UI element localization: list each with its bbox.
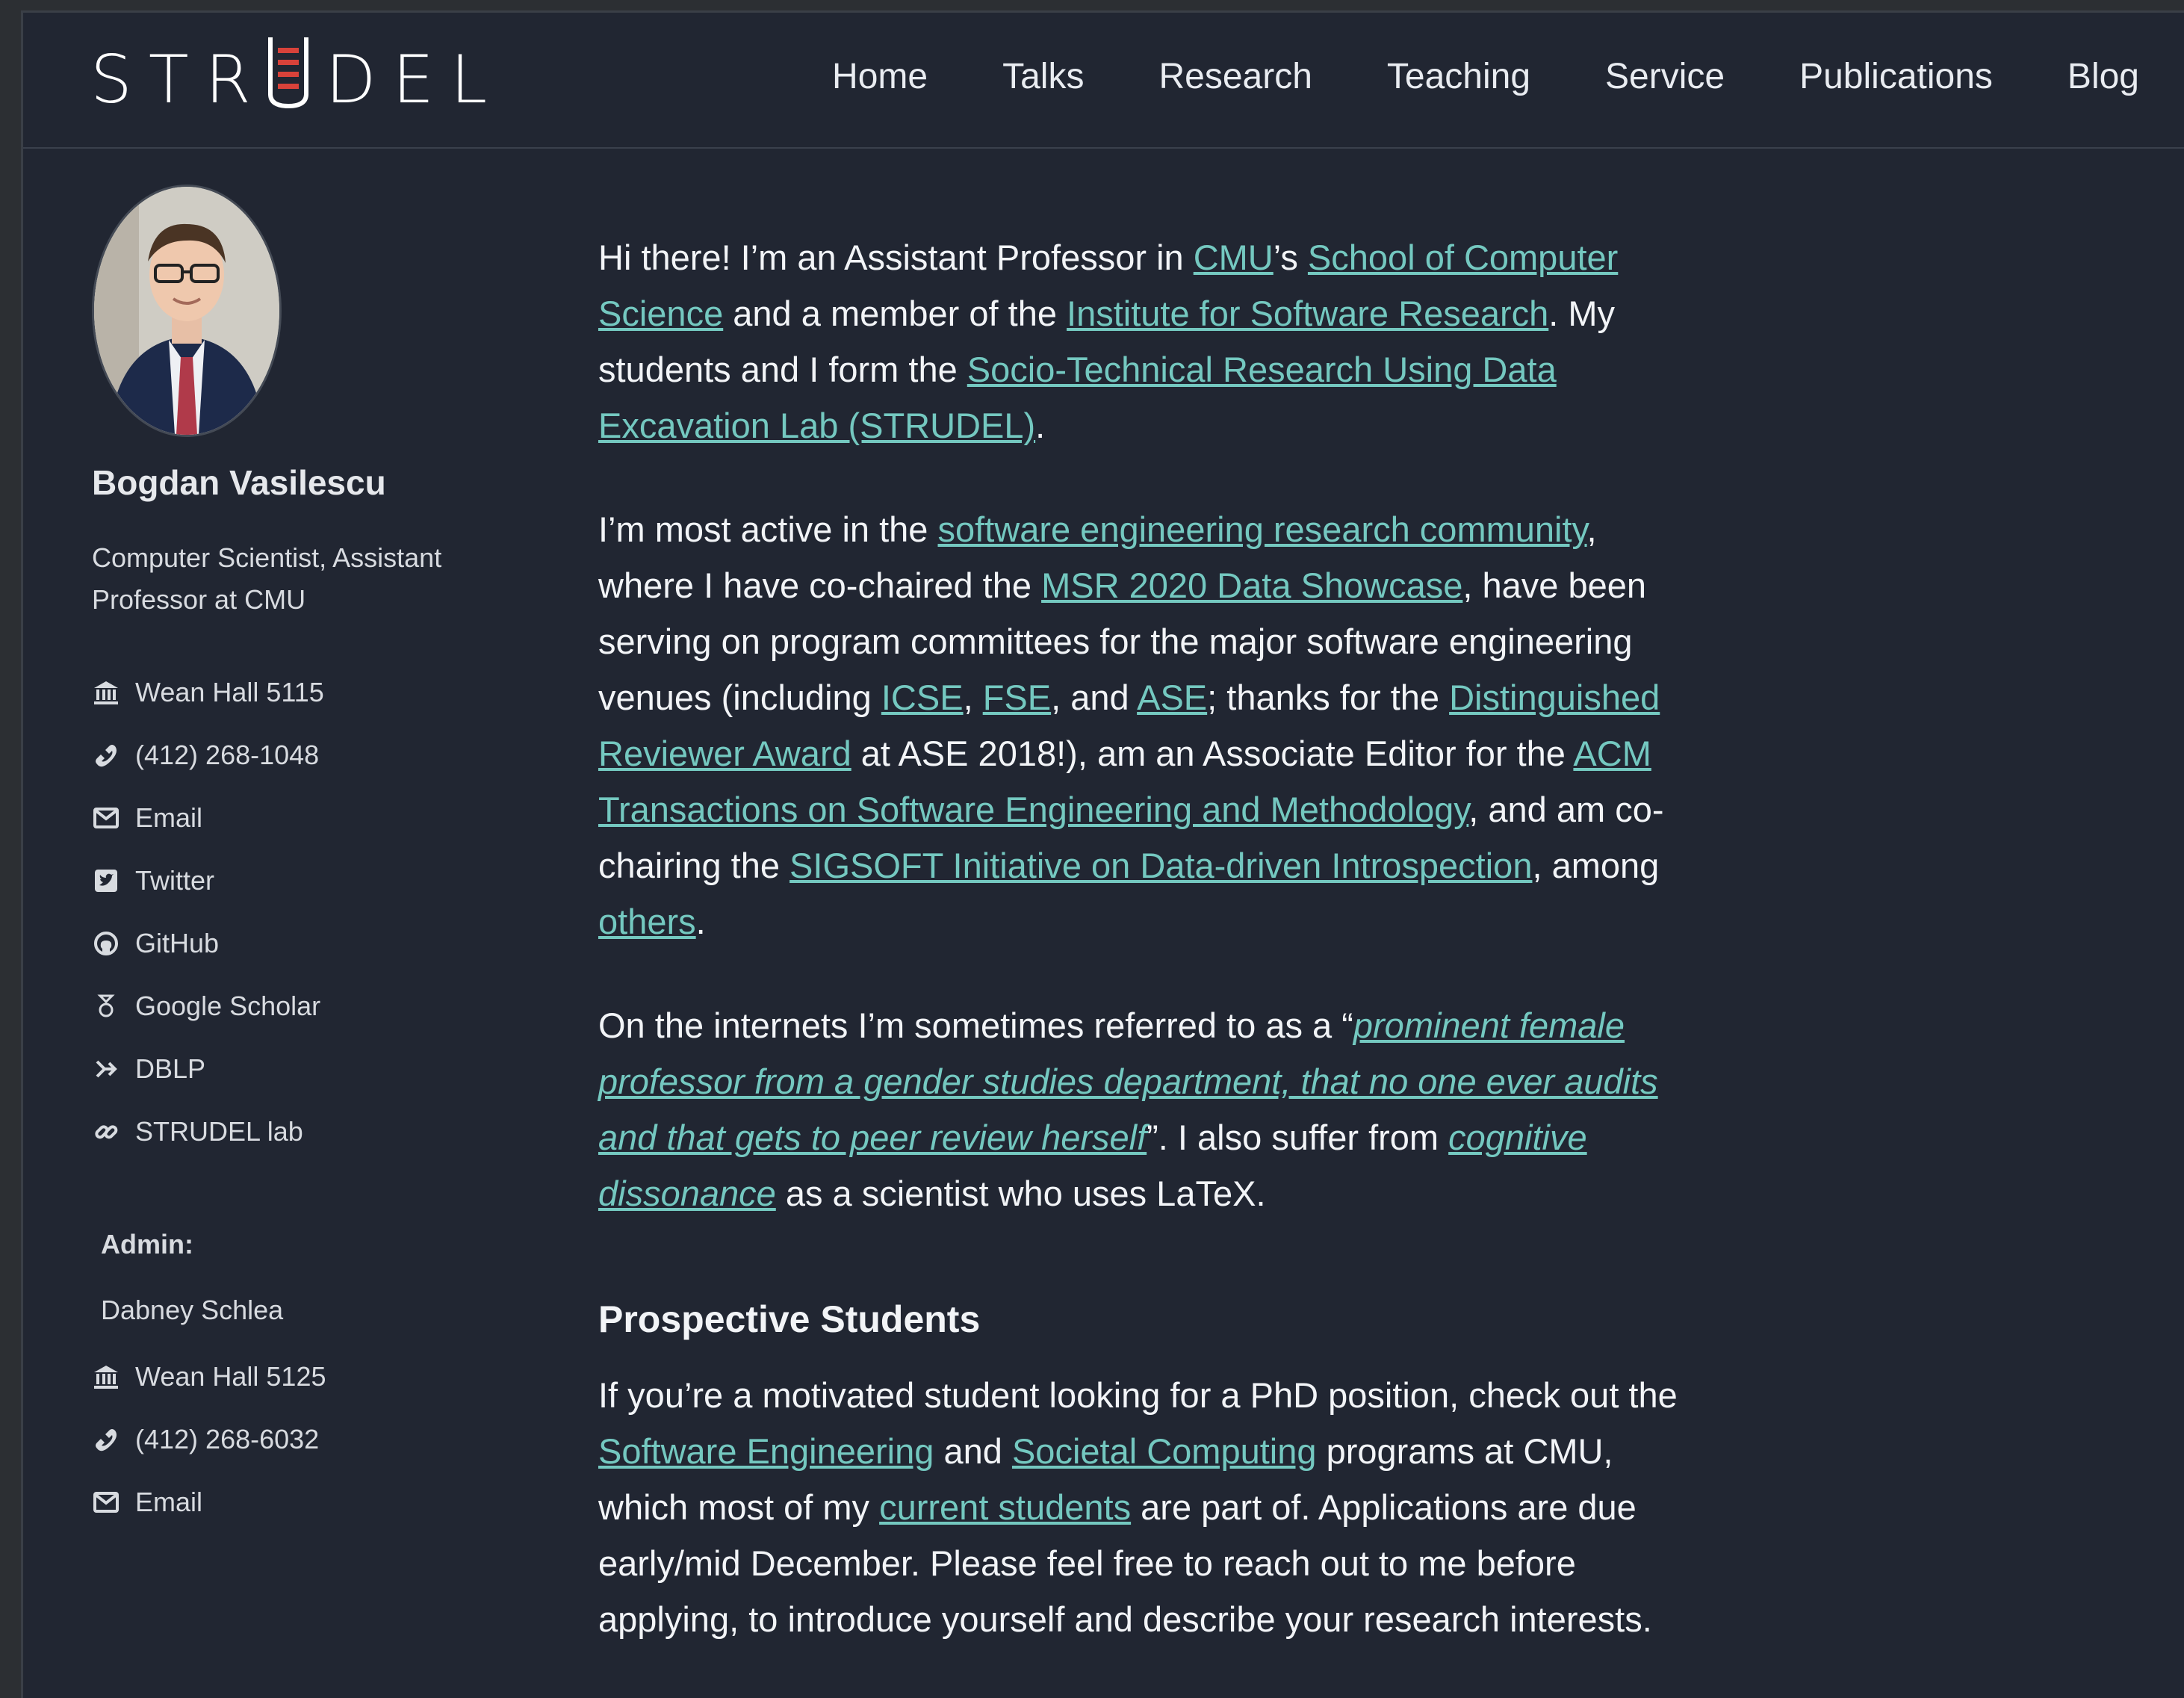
brand-letters-del: DEL: [325, 40, 504, 118]
admin-email-label: Email: [135, 1487, 203, 1517]
sigsoft-link[interactable]: SIGSOFT Initiative on Data-driven Intros…: [789, 846, 1532, 885]
community-text-4: ,: [963, 678, 983, 717]
github-icon: [92, 929, 120, 958]
se-community-link[interactable]: software engineering research community: [938, 509, 1587, 549]
prospective-paragraph: If you’re a motivated student looking fo…: [598, 1367, 1696, 1647]
brand-letter-r: R: [205, 40, 267, 118]
nav-blog[interactable]: Blog: [2067, 56, 2139, 97]
brand-logo[interactable]: ST R DEL: [90, 37, 504, 120]
page-frame: ST R DEL Home Talks Research Teaching Se…: [21, 10, 2184, 1698]
admin-office-link[interactable]: Wean Hall 5125: [92, 1345, 326, 1408]
building-icon: [92, 1363, 120, 1391]
societal-computing-link[interactable]: Societal Computing: [1012, 1431, 1317, 1471]
community-text-7: at ASE 2018!), am an Associate Editor fo…: [851, 734, 1574, 773]
email-link[interactable]: Email: [92, 787, 324, 849]
internets-paragraph: On the internets I’m sometimes referred …: [598, 997, 1696, 1221]
current-students-link[interactable]: current students: [879, 1487, 1131, 1527]
avatar: [92, 185, 282, 437]
intro-text-1: Hi there! I’m an Assistant Professor in: [598, 238, 1194, 277]
twitter-link[interactable]: Twitter: [92, 849, 324, 912]
community-text-10: .: [695, 902, 706, 941]
section-heading-prospective: Prospective Students: [598, 1298, 981, 1340]
link-icon: [92, 1118, 120, 1146]
nav-home[interactable]: Home: [832, 56, 928, 97]
isr-link[interactable]: Institute for Software Research: [1067, 294, 1548, 333]
icse-link[interactable]: ICSE: [881, 678, 964, 717]
phone-link[interactable]: (412) 268-1048: [92, 724, 324, 787]
envelope-icon: [92, 1488, 120, 1516]
community-text-9: , among: [1532, 846, 1660, 885]
github-label: GitHub: [135, 928, 220, 958]
profile-links: Wean Hall 5115 (412) 268-1048 Email Twit…: [92, 661, 324, 1163]
prospective-text-1: If you’re a motivated student looking fo…: [598, 1375, 1678, 1415]
admin-phone-label: (412) 268-6032: [135, 1424, 320, 1454]
email-label: Email: [135, 802, 203, 833]
se-program-link[interactable]: Software Engineering: [598, 1431, 934, 1471]
scholar-label: Google Scholar: [135, 991, 321, 1021]
admin-phone-link[interactable]: (412) 268-6032: [92, 1408, 326, 1471]
fse-link[interactable]: FSE: [983, 678, 1051, 717]
others-link[interactable]: others: [598, 902, 696, 941]
office-label: Wean Hall 5115: [135, 677, 324, 707]
github-link[interactable]: GitHub: [92, 912, 324, 975]
phone-icon: [92, 1425, 120, 1454]
profile-bio: Computer Scientist, Assistant Professor …: [92, 542, 442, 615]
twitter-icon: [92, 867, 120, 895]
office-link[interactable]: Wean Hall 5115: [92, 661, 324, 724]
phone-label: (412) 268-1048: [135, 740, 320, 770]
scholar-link[interactable]: Google Scholar: [92, 975, 324, 1038]
profile-name: Bogdan Vasilescu: [92, 463, 386, 502]
cmu-link[interactable]: CMU: [1194, 238, 1274, 277]
brand-letters-st: ST: [90, 40, 205, 118]
admin-email-link[interactable]: Email: [92, 1471, 326, 1534]
lab-label: STRUDEL lab: [135, 1116, 303, 1147]
prospective-text-2: and: [934, 1431, 1012, 1471]
main-nav: Home Talks Research Teaching Service Pub…: [757, 56, 2139, 97]
twitter-label: Twitter: [135, 865, 215, 896]
nav-research[interactable]: Research: [1158, 56, 1312, 97]
community-text-6: ; thanks for the: [1207, 678, 1450, 717]
phone-icon: [92, 741, 120, 769]
dblp-label: DBLP: [135, 1053, 206, 1084]
lab-link[interactable]: STRUDEL lab: [92, 1100, 324, 1163]
intro-text-2: ’s: [1273, 238, 1308, 277]
nav-publications[interactable]: Publications: [1799, 56, 1993, 97]
internets-text-3: as a scientist who uses LaTeX.: [775, 1174, 1266, 1213]
msr-link[interactable]: MSR 2020 Data Showcase: [1041, 566, 1462, 605]
community-paragraph: I’m most active in the software engineer…: [598, 501, 1696, 949]
dblp-icon: [92, 1055, 120, 1083]
internets-text-1: On the internets I’m sometimes referred …: [598, 1006, 1353, 1045]
building-icon: [92, 678, 120, 707]
community-text-1: I’m most active in the: [598, 509, 938, 549]
envelope-icon: [92, 804, 120, 832]
intro-text-5: .: [1035, 406, 1046, 445]
admin-name: Dabney Schlea: [101, 1295, 284, 1325]
main-content: Hi there! I’m an Assistant Professor in …: [598, 229, 1696, 1695]
ase-link[interactable]: ASE: [1137, 678, 1207, 717]
internets-text-2: ”. I also suffer from: [1147, 1118, 1449, 1157]
dblp-link[interactable]: DBLP: [92, 1038, 324, 1100]
admin-title: Admin:: [101, 1229, 193, 1259]
nav-teaching[interactable]: Teaching: [1387, 56, 1530, 97]
nav-service[interactable]: Service: [1605, 56, 1725, 97]
admin-links: Wean Hall 5125 (412) 268-6032 Email: [92, 1345, 326, 1534]
nav-talks[interactable]: Talks: [1002, 56, 1084, 97]
scholar-icon: [92, 992, 120, 1020]
intro-text-3: and a member of the: [723, 294, 1067, 333]
strudel-logo-icon: [264, 34, 312, 125]
navbar: ST R DEL Home Talks Research Teaching Se…: [23, 13, 2184, 149]
community-text-5: , and: [1051, 678, 1138, 717]
intro-paragraph: Hi there! I’m an Assistant Professor in …: [598, 229, 1696, 453]
admin-office-label: Wean Hall 5125: [135, 1361, 326, 1392]
